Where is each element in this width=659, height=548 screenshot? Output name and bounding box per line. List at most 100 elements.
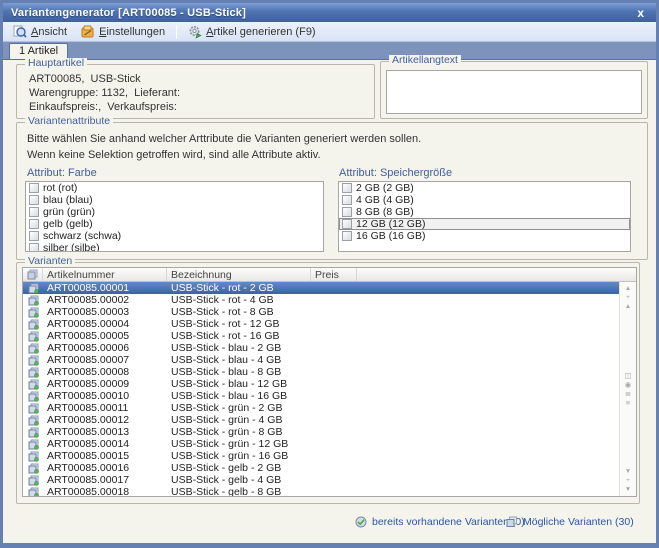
cell-bezeichnung: USB-Stick - blau - 4 GB bbox=[167, 354, 311, 366]
checkbox[interactable] bbox=[29, 219, 39, 229]
cell-artikelnummer: ART00085.00018 bbox=[43, 486, 167, 497]
hauptartikel-line-2: Warengruppe: 1132, Lieferant: bbox=[29, 87, 180, 99]
variant-row[interactable]: ART00085.00011 USB-Stick - grün - 2 GB bbox=[23, 402, 636, 414]
row-type-column-header[interactable] bbox=[23, 268, 43, 281]
cell-preis bbox=[311, 438, 357, 450]
variant-row[interactable]: ART00085.00016 USB-Stick - gelb - 2 GB bbox=[23, 462, 636, 474]
checkbox[interactable] bbox=[29, 207, 39, 217]
hauptartikel-group: Hauptartikel ART00085, USB-Stick Warengr… bbox=[16, 64, 375, 119]
cell-bezeichnung: USB-Stick - grün - 4 GB bbox=[167, 414, 311, 426]
cell-artikelnummer: ART00085.00010 bbox=[43, 390, 167, 402]
existing-variants-label: bereits vorhandene Varianten (0) bbox=[372, 516, 525, 528]
farbe-list-item[interactable]: rot (rot) bbox=[26, 182, 323, 194]
speicher-item-label: 2 GB (2 GB) bbox=[356, 182, 414, 194]
speicher-list-item[interactable]: 12 GB (12 GB) bbox=[339, 218, 630, 230]
cell-artikelnummer: ART00085.00003 bbox=[43, 306, 167, 318]
variant-row[interactable]: ART00085.00013 USB-Stick - grün - 8 GB bbox=[23, 426, 636, 438]
cell-artikelnummer: ART00085.00001 bbox=[43, 282, 167, 294]
scroll-up-icon[interactable]: + bbox=[626, 294, 630, 301]
cell-bezeichnung: USB-Stick - gelb - 8 GB bbox=[167, 486, 311, 497]
farbe-list-item[interactable]: gelb (gelb) bbox=[26, 218, 323, 230]
farbe-list-item[interactable]: silber (silbe) bbox=[26, 242, 323, 252]
farbe-list-item[interactable]: schwarz (schwa) bbox=[26, 230, 323, 242]
variant-row[interactable]: ART00085.00006 USB-Stick - blau - 2 GB bbox=[23, 342, 636, 354]
variant-article-icon bbox=[28, 343, 39, 354]
artikel-generieren-button[interactable]: Artikel generieren (F9) bbox=[182, 23, 321, 41]
existing-variants-link[interactable]: bereits vorhandene Varianten (0) bbox=[355, 516, 525, 528]
speicher-list-item[interactable]: 16 GB (16 GB) bbox=[339, 230, 630, 242]
speicher-list-item[interactable]: 4 GB (4 GB) bbox=[339, 194, 630, 206]
grid-tool-icon[interactable]: ≡ bbox=[626, 399, 630, 406]
scroll-up-icon[interactable]: ▲ bbox=[625, 303, 631, 310]
variant-row[interactable]: ART00085.00018 USB-Stick - gelb - 8 GB bbox=[23, 486, 636, 497]
grid-header: Artikelnummer Bezeichnung Preis bbox=[23, 268, 636, 282]
speicher-list-item[interactable]: 2 GB (2 GB) bbox=[339, 182, 630, 194]
column-header-bezeichnung[interactable]: Bezeichnung bbox=[167, 268, 311, 281]
variant-article-icon bbox=[28, 463, 39, 474]
variant-row[interactable]: ART00085.00014 USB-Stick - grün - 12 GB bbox=[23, 438, 636, 450]
variant-type-header-icon bbox=[27, 269, 38, 280]
checkbox[interactable] bbox=[29, 243, 39, 252]
scroll-down-icon[interactable]: ▼ bbox=[625, 468, 631, 475]
farbe-list-item[interactable]: blau (blau) bbox=[26, 194, 323, 206]
ansicht-button[interactable]: Ansicht bbox=[7, 23, 73, 41]
scroll-down-icon[interactable]: ▼ bbox=[625, 486, 631, 493]
grid-tool-icon[interactable]: ≣ bbox=[625, 390, 631, 397]
speichergroesse-listbox[interactable]: 2 GB (2 GB) 4 GB (4 GB) 8 GB (8 GB) bbox=[338, 181, 631, 252]
grid-tool-icon[interactable]: ◫ bbox=[624, 372, 631, 379]
checkbox[interactable] bbox=[342, 219, 352, 229]
column-header-artikelnummer[interactable]: Artikelnummer bbox=[43, 268, 167, 281]
scroll-up-icon[interactable]: ▲ bbox=[625, 285, 631, 292]
attribut-speichergroesse-label: Attribut: Speichergröße bbox=[339, 167, 452, 179]
variant-row[interactable]: ART00085.00007 USB-Stick - blau - 4 GB bbox=[23, 354, 636, 366]
farbe-listbox[interactable]: rot (rot) blau (blau) grün (grün) bbox=[25, 181, 324, 252]
cell-artikelnummer: ART00085.00012 bbox=[43, 414, 167, 426]
checkbox[interactable] bbox=[342, 195, 352, 205]
checkbox[interactable] bbox=[342, 231, 352, 241]
variant-row[interactable]: ART00085.00012 USB-Stick - grün - 4 GB bbox=[23, 414, 636, 426]
variant-row[interactable]: ART00085.00004 USB-Stick - rot - 12 GB bbox=[23, 318, 636, 330]
close-icon[interactable]: x bbox=[633, 6, 648, 20]
variant-row[interactable]: ART00085.00003 USB-Stick - rot - 8 GB bbox=[23, 306, 636, 318]
cell-bezeichnung: USB-Stick - blau - 16 GB bbox=[167, 390, 311, 402]
column-header-preis[interactable]: Preis bbox=[311, 268, 357, 281]
farbe-item-label: schwarz (schwa) bbox=[43, 230, 121, 242]
grid-nav-middle[interactable]: ◫ ◉ ≣ ≡ bbox=[624, 369, 631, 409]
cell-bezeichnung: USB-Stick - grün - 2 GB bbox=[167, 402, 311, 414]
grid-nav-bottom[interactable]: ▼ + ▼ bbox=[625, 465, 631, 496]
checkbox[interactable] bbox=[29, 183, 39, 193]
artikellangtext-textarea[interactable] bbox=[386, 70, 642, 114]
variant-article-icon bbox=[28, 295, 39, 306]
checkbox[interactable] bbox=[342, 183, 352, 193]
grid-tool-icon[interactable]: ◉ bbox=[625, 381, 632, 388]
einstellungen-button[interactable]: Einstellungen bbox=[75, 23, 171, 41]
variant-row[interactable]: ART00085.00001 USB-Stick - rot - 2 GB bbox=[23, 282, 636, 294]
variant-row[interactable]: ART00085.00008 USB-Stick - blau - 8 GB bbox=[23, 366, 636, 378]
artikel-generieren-label: Artikel generieren (F9) bbox=[206, 26, 315, 38]
variant-row[interactable]: ART00085.00017 USB-Stick - gelb - 4 GB bbox=[23, 474, 636, 486]
instruction-line-1: Bitte wählen Sie anhand welcher Arttribu… bbox=[27, 133, 421, 145]
grid-scroll-navigator[interactable]: ▲ + ▲ ◫ ◉ ≣ ≡ ▼ + ▼ bbox=[619, 282, 636, 496]
variant-row[interactable]: ART00085.00009 USB-Stick - blau - 12 GB bbox=[23, 378, 636, 390]
cell-preis bbox=[311, 294, 357, 306]
checkbox[interactable] bbox=[29, 231, 39, 241]
variant-row[interactable]: ART00085.00015 USB-Stick - grün - 16 GB bbox=[23, 450, 636, 462]
cell-preis bbox=[311, 366, 357, 378]
farbe-list-item[interactable]: grün (grün) bbox=[26, 206, 323, 218]
possible-variants-link[interactable]: Mögliche Varianten (30) bbox=[506, 516, 634, 528]
magnifier-icon bbox=[13, 25, 27, 39]
variant-article-icon bbox=[28, 391, 39, 402]
variant-row[interactable]: ART00085.00002 USB-Stick - rot - 4 GB bbox=[23, 294, 636, 306]
variant-row[interactable]: ART00085.00005 USB-Stick - rot - 16 GB bbox=[23, 330, 636, 342]
checkbox[interactable] bbox=[342, 207, 352, 217]
variant-article-icon bbox=[28, 283, 39, 294]
toolbar-separator bbox=[176, 25, 177, 39]
variant-row[interactable]: ART00085.00010 USB-Stick - blau - 16 GB bbox=[23, 390, 636, 402]
variant-article-icon bbox=[28, 307, 39, 318]
speicher-list-item[interactable]: 8 GB (8 GB) bbox=[339, 206, 630, 218]
grid-nav-top[interactable]: ▲ + ▲ bbox=[625, 282, 631, 313]
hauptartikel-group-label: Hauptartikel bbox=[25, 58, 87, 69]
checkbox[interactable] bbox=[29, 195, 39, 205]
variantenattribute-group: Variantenattribute Bitte wählen Sie anha… bbox=[16, 122, 648, 260]
scroll-down-icon[interactable]: + bbox=[626, 477, 630, 484]
